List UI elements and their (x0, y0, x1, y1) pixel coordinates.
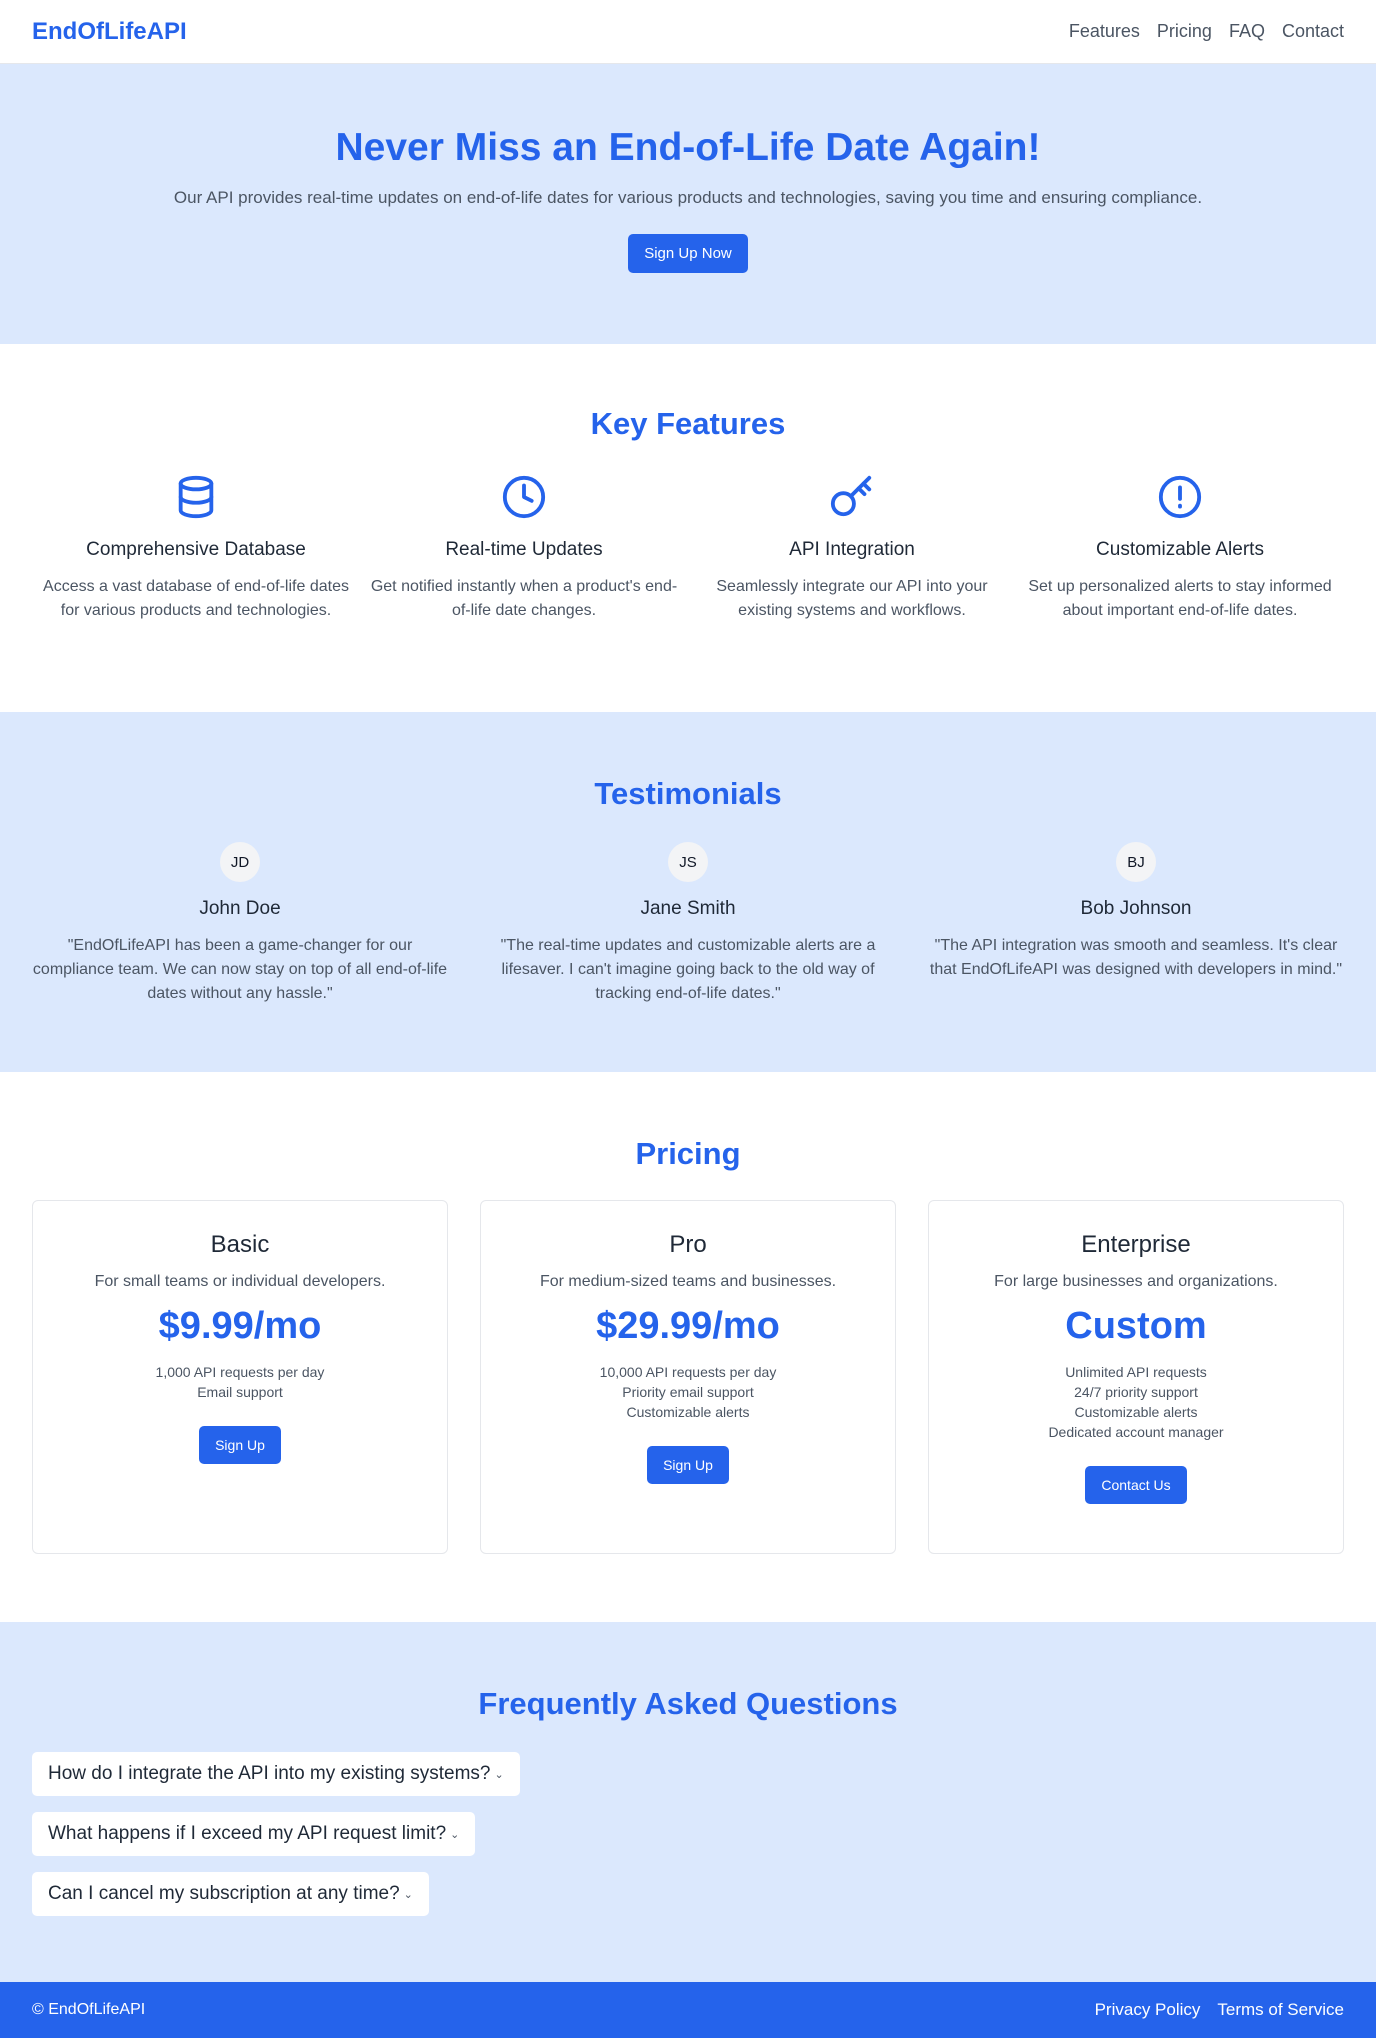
faq-question-text: What happens if I exceed my API request … (48, 1823, 447, 1844)
feature-card: Comprehensive Database Access a vast dat… (32, 474, 360, 623)
plan-feature: 1,000 API requests per day (155, 1364, 325, 1380)
pricing-grid: Basic For small teams or individual deve… (0, 1200, 1376, 1554)
main-nav: Features Pricing FAQ Contact (1069, 21, 1344, 42)
key-icon (829, 475, 875, 524)
chevron-down-icon: ⌄ (403, 1888, 413, 1901)
pricing-card-enterprise: Enterprise For large businesses and orga… (928, 1200, 1344, 1554)
plan-features: Unlimited API requests 24/7 priority sup… (929, 1362, 1343, 1442)
footer-copyright: © EndOfLifeAPI (32, 2001, 146, 2018)
pricing-section: Pricing Basic For small teams or individ… (0, 1072, 1376, 1622)
feature-title: Real-time Updates (445, 539, 603, 560)
avatar: JD (220, 842, 260, 882)
plan-feature: Customizable alerts (626, 1404, 750, 1420)
testimonial-quote: "The API integration was smooth and seam… (929, 937, 1343, 978)
site-header: EndOfLifeAPI Features Pricing FAQ Contac… (0, 0, 1376, 64)
plan-feature: 10,000 API requests per day (599, 1364, 777, 1380)
testimonial-name: Jane Smith (640, 898, 736, 919)
terms-of-service-link[interactable]: Terms of Service (1217, 2000, 1344, 2020)
clock-icon (501, 475, 547, 524)
testimonial-quote: "The real-time updates and customizable … (500, 937, 876, 1002)
plan-feature: Customizable alerts (1074, 1404, 1198, 1420)
testimonial-grid: JD John Doe "EndOfLifeAPI has been a gam… (0, 842, 1376, 1006)
nav-link-features[interactable]: Features (1069, 21, 1140, 42)
testimonial-card: JD John Doe "EndOfLifeAPI has been a gam… (32, 842, 448, 1006)
plan-price: Custom (1065, 1305, 1207, 1347)
plan-description: For small teams or individual developers… (94, 1273, 386, 1290)
sign-up-now-button[interactable]: Sign Up Now (628, 234, 748, 273)
faq-question[interactable]: What happens if I exceed my API request … (32, 1812, 476, 1856)
feature-title: Customizable Alerts (1096, 539, 1264, 560)
testimonial-card: JS Jane Smith "The real-time updates and… (480, 842, 896, 1006)
hero-section: Never Miss an End-of-Life Date Again! Ou… (0, 64, 1376, 344)
feature-text: Get notified instantly when a product's … (370, 578, 678, 619)
plan-feature: Priority email support (622, 1384, 754, 1400)
privacy-policy-link[interactable]: Privacy Policy (1095, 2000, 1201, 2020)
testimonial-name: John Doe (199, 898, 281, 919)
alert-icon (1157, 475, 1203, 524)
testimonials-title: Testimonials (594, 776, 782, 811)
faq-section: Frequently Asked Questions How do I inte… (0, 1622, 1376, 1982)
plan-feature: 24/7 priority support (1074, 1384, 1198, 1400)
nav-link-contact[interactable]: Contact (1282, 21, 1344, 42)
feature-grid: Comprehensive Database Access a vast dat… (0, 474, 1376, 623)
plan-name: Pro (669, 1231, 707, 1258)
avatar: BJ (1116, 842, 1156, 882)
nav-link-faq[interactable]: FAQ (1229, 21, 1265, 42)
testimonial-name: Bob Johnson (1080, 898, 1192, 919)
chevron-down-icon: ⌄ (450, 1828, 460, 1841)
testimonial-quote: "EndOfLifeAPI has been a game-changer fo… (32, 937, 448, 1002)
faq-question[interactable]: Can I cancel my subscription at any time… (32, 1872, 429, 1916)
plan-price: $9.99/mo (158, 1305, 322, 1347)
hero-subtitle: Our API provides real-time updates on en… (173, 188, 1203, 207)
feature-text: Access a vast database of end-of-life da… (43, 578, 349, 619)
testimonials-section: Testimonials JD John Doe "EndOfLifeAPI h… (0, 712, 1376, 1072)
pro-sign-up-button[interactable]: Sign Up (647, 1446, 729, 1484)
brand-logo[interactable]: EndOfLifeAPI (32, 18, 187, 46)
faq-question[interactable]: How do I integrate the API into my exist… (32, 1752, 520, 1796)
plan-features: 10,000 API requests per day Priority ema… (481, 1362, 895, 1422)
pricing-title: Pricing (635, 1136, 741, 1171)
plan-description: For large businesses and organizations. (994, 1273, 1278, 1290)
plan-price: $29.99/mo (596, 1305, 780, 1347)
footer-links: Privacy Policy Terms of Service (1095, 2000, 1344, 2020)
basic-sign-up-button[interactable]: Sign Up (199, 1426, 281, 1464)
faq-question-text: How do I integrate the API into my exist… (48, 1763, 491, 1784)
database-icon (173, 475, 219, 524)
feature-text: Seamlessly integrate our API into your e… (716, 578, 988, 619)
faq-question-text: Can I cancel my subscription at any time… (48, 1883, 400, 1904)
plan-description: For medium-sized teams and businesses. (539, 1273, 837, 1290)
plan-feature: Email support (197, 1384, 283, 1400)
feature-card: Customizable Alerts Set up personalized … (1016, 474, 1344, 623)
plan-feature: Dedicated account manager (1048, 1424, 1224, 1440)
hero-title: Never Miss an End-of-Life Date Again! (335, 126, 1041, 169)
site-footer: © EndOfLifeAPI Privacy Policy Terms of S… (0, 1982, 1376, 2038)
faq-list: How do I integrate the API into my exist… (0, 1752, 1376, 1932)
plan-features: 1,000 API requests per day Email support (33, 1362, 447, 1402)
testimonial-card: BJ Bob Johnson "The API integration was … (928, 842, 1344, 1006)
features-title: Key Features (590, 406, 786, 441)
plan-name: Enterprise (1081, 1231, 1191, 1258)
plan-feature: Unlimited API requests (1065, 1364, 1207, 1380)
faq-title: Frequently Asked Questions (478, 1686, 898, 1721)
plan-name: Basic (210, 1231, 270, 1258)
feature-title: Comprehensive Database (86, 539, 306, 560)
nav-link-pricing[interactable]: Pricing (1157, 21, 1212, 42)
features-section: Key Features Comprehensive Database Acce… (0, 344, 1376, 712)
avatar: JS (668, 842, 708, 882)
feature-text: Set up personalized alerts to stay infor… (1028, 578, 1332, 619)
feature-title: API Integration (789, 539, 915, 560)
pricing-card-basic: Basic For small teams or individual deve… (32, 1200, 448, 1554)
feature-card: API Integration Seamlessly integrate our… (688, 474, 1016, 623)
feature-card: Real-time Updates Get notified instantly… (360, 474, 688, 623)
contact-us-button[interactable]: Contact Us (1085, 1466, 1187, 1504)
chevron-down-icon: ⌄ (494, 1768, 504, 1781)
pricing-card-pro: Pro For medium-sized teams and businesse… (480, 1200, 896, 1554)
